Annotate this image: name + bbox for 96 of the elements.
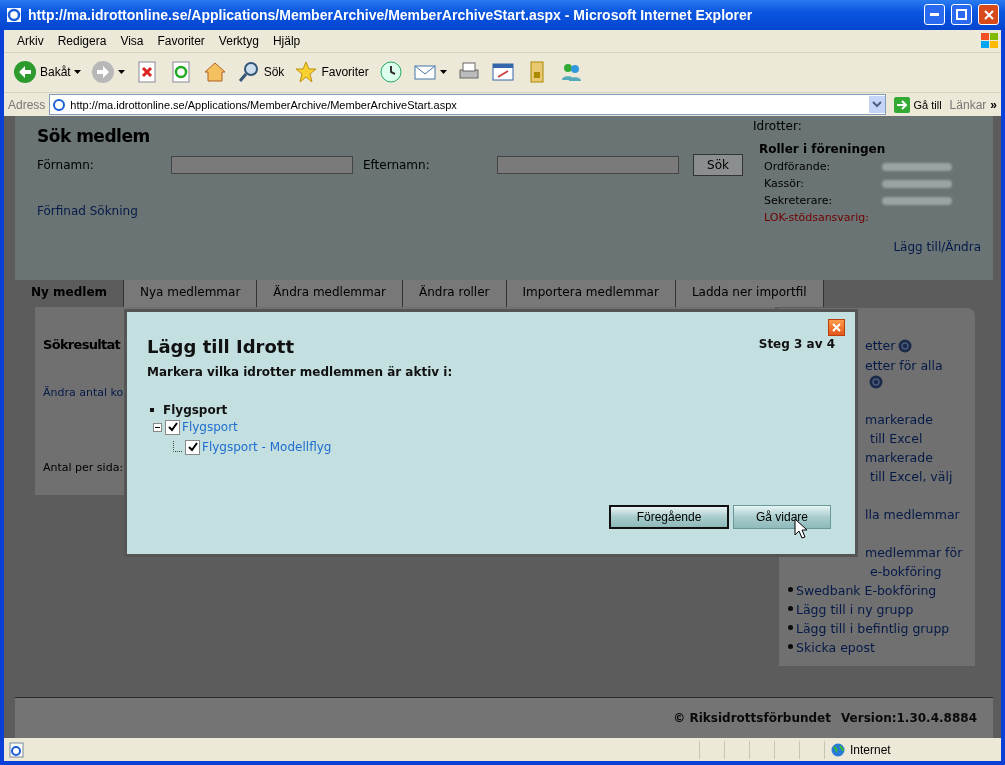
action-link[interactable]: medlemmar för (865, 543, 963, 563)
tab[interactable]: Nya medlemmar (124, 280, 258, 308)
toolbar-button[interactable]: Favoriter (291, 58, 372, 87)
address-label: Adress (8, 97, 46, 112)
role-label: Kassör: (764, 177, 805, 191)
action-link[interactable]: lla medlemmar (865, 505, 960, 525)
menu-item[interactable]: Visa (113, 33, 151, 48)
checkbox[interactable] (185, 439, 200, 455)
refine-search-link[interactable]: Förfinad Sökning (37, 204, 753, 219)
menu-item[interactable]: Redigera (50, 33, 114, 48)
browser-page-icon (6, 6, 22, 23)
security-zone-label: Internet (850, 742, 891, 757)
input-field[interactable] (497, 156, 679, 175)
menu-item[interactable]: Verktyg (211, 33, 266, 48)
maximize-icon (956, 9, 967, 21)
next-button[interactable]: Gå vidare (733, 505, 831, 530)
tree-connector-icon (173, 441, 182, 454)
bullet (150, 408, 154, 413)
field-label: Förnamn: (37, 158, 95, 173)
change-count-link[interactable]: Ändra antal ko (43, 386, 124, 400)
blurred-name (882, 179, 952, 188)
toolbar-button[interactable]: Bakåt (10, 58, 84, 87)
field-label: Efternamn: (363, 158, 431, 173)
search-icon (236, 60, 261, 85)
role-label: Sekreterare: (764, 194, 834, 208)
role-label: Ordförande: (764, 160, 832, 174)
roles-title: Roller i föreningen (759, 142, 887, 157)
dropdown-caret-icon (439, 70, 447, 75)
windows-flag-logo (979, 30, 1001, 51)
dropdown-caret-icon (73, 70, 81, 75)
edit-roles-link[interactable]: Lägg till/Ändra (893, 240, 981, 255)
help-icon[interactable] (869, 375, 883, 390)
go-button[interactable]: Gå till (890, 96, 946, 113)
input-field[interactable] (171, 156, 353, 175)
links-label[interactable]: Länkar (949, 97, 987, 112)
close-icon (832, 323, 841, 333)
close-icon (983, 9, 994, 20)
maximize-button[interactable] (951, 4, 972, 26)
home-icon (202, 60, 227, 85)
per-page-label: Antal per sida: (43, 461, 124, 475)
bullet (787, 644, 793, 650)
group-label: Flygsport (163, 403, 228, 418)
dropdown-icon[interactable] (869, 96, 886, 114)
action-link[interactable]: e-bokföring (865, 562, 963, 582)
section-title: Sök medlem (37, 126, 151, 147)
bullet (787, 625, 793, 631)
star-icon (294, 60, 319, 85)
instruction-text: Markera vilka idrotter medlemmen är aktiv i: (147, 365, 454, 380)
blurred-name (882, 196, 952, 205)
toolbar-button[interactable]: Sök (233, 58, 288, 87)
sports-label: Idrotter: (753, 119, 803, 134)
menu-item[interactable]: Arkiv (10, 33, 51, 48)
role-label: LOK-stödsansvarig: (764, 211, 870, 225)
close-button[interactable] (828, 319, 845, 337)
dialog-title: Lägg till Idrott (147, 336, 295, 358)
results-title: Sökresultat (43, 337, 121, 353)
tab[interactable]: Ändra roller (402, 280, 507, 308)
action-link[interactable]: Lägg till i ny grupp (796, 600, 914, 620)
dropdown-caret-icon (117, 70, 125, 75)
clock-icon (378, 60, 403, 85)
copyright-text: © Riksidrottsförbundet (673, 711, 831, 726)
previous-button[interactable]: Föregående (609, 505, 729, 530)
tab[interactable]: Ändra medlemmar (257, 280, 403, 308)
bullet (787, 606, 793, 612)
window-title: http://ma.idrottonline.se/Applications/MemberArchive/MemberArchiveStart.aspx - Microsoft Internet Explorer (28, 6, 754, 23)
tab[interactable]: Importera medlemmar (506, 280, 676, 308)
version-text: Version:1.30.4.8884 (841, 711, 977, 726)
page-icon (52, 97, 67, 112)
bullet (787, 587, 793, 593)
minimize-button[interactable] (924, 4, 945, 26)
blurred-name (882, 162, 952, 171)
action-link[interactable]: etter för alla (865, 356, 943, 376)
tree-item-link[interactable]: Flygsport - Modellflyg (202, 440, 332, 455)
action-link[interactable]: till Excel (865, 429, 933, 449)
menu-item[interactable]: Hjälp (265, 33, 308, 48)
more-chevron[interactable]: » (990, 97, 997, 112)
help-icon[interactable] (898, 339, 913, 354)
action-link[interactable]: Skicka epost (796, 638, 875, 658)
collapse-icon[interactable] (153, 422, 162, 432)
page-icon (8, 741, 26, 758)
action-link[interactable]: till Excel, välj (865, 467, 953, 487)
action-link[interactable]: etter (865, 336, 896, 356)
tree-item-link[interactable]: Flygsport (182, 420, 238, 435)
address-field[interactable]: http://ma.idrottonline.se/Applications/MemberArchive/MemberArchiveStart.aspx (49, 94, 887, 116)
checkbox[interactable] (165, 419, 180, 435)
arrow-icon (894, 96, 911, 113)
globe-icon (831, 742, 845, 757)
menu-item[interactable]: Favoriter (150, 33, 212, 48)
step-indicator: Steg 3 av 4 (758, 337, 835, 352)
minimize-icon (930, 13, 939, 17)
action-link[interactable]: Swedbank E-bokföring (796, 581, 937, 601)
tab[interactable]: Ladda ner importfil (675, 280, 824, 308)
action-link[interactable]: Lägg till i befintlig grupp (796, 619, 950, 639)
action-link[interactable]: markerade (865, 410, 933, 430)
action-link[interactable]: markerade (865, 448, 953, 468)
search-button[interactable]: Sök (693, 154, 743, 177)
